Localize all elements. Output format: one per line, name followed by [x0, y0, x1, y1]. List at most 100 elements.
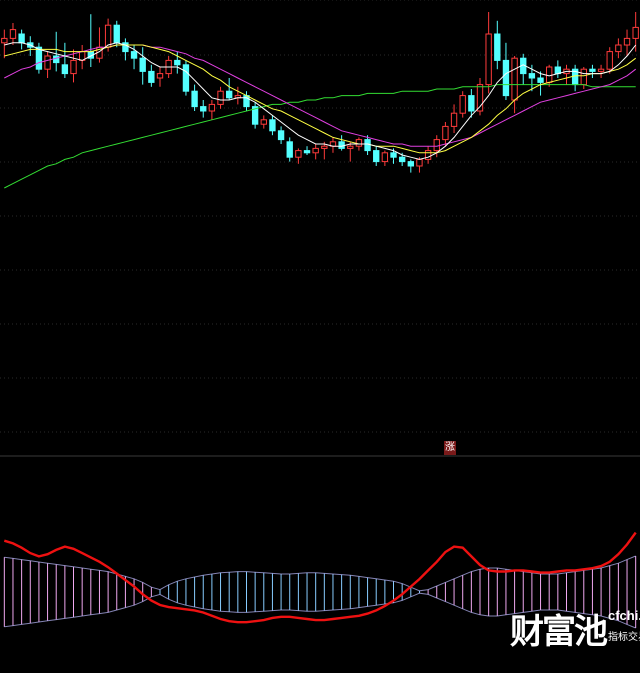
- candle-body-2: [18, 33, 25, 44]
- candle-body-8: [70, 59, 77, 75]
- candle-1: [9, 23, 17, 45]
- candle-body-39: [338, 141, 345, 149]
- candle-25: [217, 86, 224, 109]
- candle-body-25: [217, 90, 224, 105]
- candle-44: [381, 150, 389, 166]
- candle-51: [442, 122, 449, 147]
- candle-10: [87, 14, 94, 67]
- candle-14: [122, 38, 129, 61]
- candle-body-6: [53, 55, 60, 64]
- candle-body-1: [9, 29, 17, 39]
- ma-slow-line: [4, 84, 636, 189]
- candle-49: [424, 146, 432, 164]
- candle-body-42: [364, 139, 371, 152]
- candle-64: [554, 60, 562, 78]
- candle-22: [191, 84, 198, 111]
- watermark-brand: 财富池: [510, 612, 608, 652]
- candle-body-50: [433, 139, 440, 152]
- candle-body-68: [589, 68, 596, 72]
- candle-body-45: [390, 152, 397, 158]
- candle-body-33: [286, 141, 293, 158]
- candle-2: [18, 29, 25, 50]
- candle-body-36: [312, 147, 319, 154]
- candle-21: [182, 60, 190, 96]
- candle-body-23: [200, 106, 207, 112]
- candle-11: [96, 27, 103, 63]
- candle-60: [520, 53, 527, 85]
- candle-body-28: [243, 95, 250, 108]
- candle-body-63: [546, 66, 553, 83]
- candle-body-13: [113, 24, 120, 44]
- candle-body-17: [148, 70, 155, 83]
- candle-body-72: [623, 37, 631, 46]
- candle-5: [44, 51, 51, 78]
- candle-39: [338, 135, 345, 151]
- candle-body-18: [156, 73, 164, 79]
- candle-69: [597, 64, 605, 78]
- candle-body-5: [44, 55, 51, 70]
- candle-body-7: [61, 64, 69, 75]
- candle-9: [78, 45, 86, 70]
- candle-body-4: [35, 46, 43, 70]
- candle-body-47: [407, 161, 414, 167]
- candle-body-43: [373, 150, 380, 163]
- candle-body-30: [260, 119, 267, 125]
- candle-16: [139, 47, 146, 85]
- candle-24: [208, 100, 216, 120]
- candle-body-70: [606, 51, 613, 70]
- candle-34: [295, 148, 302, 164]
- candle-17: [148, 64, 155, 87]
- candle-6: [53, 31, 60, 72]
- candle-38: [329, 137, 337, 153]
- candle-body-54: [468, 95, 475, 112]
- candle-body-69: [597, 68, 605, 72]
- candle-body-35: [303, 150, 311, 154]
- candle-26: [226, 78, 233, 100]
- candle-35: [303, 146, 311, 155]
- candle-body-12: [104, 24, 112, 48]
- candle-body-71: [615, 44, 622, 53]
- candle-57: [494, 20, 501, 70]
- candle-body-40: [347, 145, 354, 149]
- candle-body-31: [269, 119, 276, 132]
- candle-body-56: [485, 33, 492, 86]
- chart-canvas: [0, 0, 640, 629]
- candle-body-15: [130, 51, 138, 59]
- candle-body-34: [295, 150, 302, 158]
- candle-body-26: [226, 90, 233, 99]
- chart-stage: 涨 财富池 cfchi.com 指标交易平台: [0, 0, 640, 673]
- candle-55: [476, 78, 484, 116]
- candle-body-51: [442, 125, 449, 141]
- candle-18: [156, 67, 164, 87]
- moving-average-lines: [4, 42, 637, 189]
- candle-body-48: [416, 158, 423, 167]
- candle-30: [260, 115, 267, 129]
- candle-58: [502, 42, 510, 100]
- candle-body-16: [139, 57, 146, 72]
- candle-7: [61, 42, 69, 78]
- candle-body-41: [355, 139, 363, 147]
- candle-52: [450, 104, 458, 133]
- candle-67: [580, 67, 587, 89]
- candle-body-46: [398, 156, 406, 163]
- candle-36: [312, 144, 319, 160]
- candle-65: [563, 64, 570, 85]
- candle-4: [35, 42, 43, 74]
- candle-56: [485, 12, 492, 94]
- candle-body-61: [528, 73, 536, 79]
- candle-body-67: [580, 68, 587, 86]
- candle-body-32: [277, 130, 285, 141]
- candle-body-21: [182, 64, 190, 92]
- candle-68: [589, 64, 596, 78]
- candle-body-53: [459, 95, 466, 114]
- candle-29: [251, 102, 259, 129]
- candle-body-73: [632, 26, 639, 39]
- candle-0: [1, 29, 8, 59]
- candle-66: [571, 64, 579, 92]
- candle-body-37: [321, 145, 328, 149]
- rise-signal-badge: 涨: [444, 441, 456, 455]
- candle-body-62: [537, 77, 544, 83]
- candle-body-20: [174, 59, 181, 66]
- candle-33: [286, 137, 293, 162]
- watermark-url: cfchi.com: [608, 608, 640, 623]
